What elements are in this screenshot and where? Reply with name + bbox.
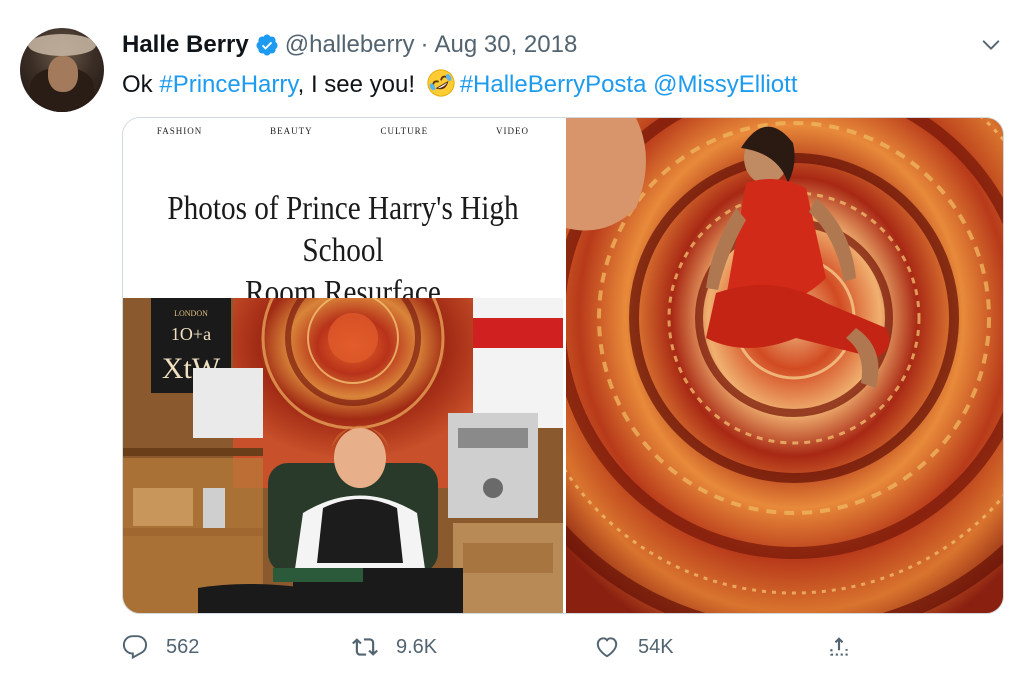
reply-count: 562	[166, 635, 200, 658]
tweet-date[interactable]: Aug 30, 2018	[435, 31, 578, 59]
article-headline: Photos of Prince Harry's High School Roo…	[154, 188, 532, 314]
dorm-room-photo: LONDON 1O+a XtW	[123, 298, 563, 613]
article-nav: FASHION BEAUTY CULTURE VIDEO	[123, 126, 563, 136]
rolling-laughing-emoji-icon	[427, 69, 455, 97]
like-action[interactable]: 54K	[594, 634, 674, 660]
chevron-down-icon[interactable]	[980, 34, 1002, 56]
verified-badge-icon	[256, 34, 278, 56]
tweet-actions: 562 9.6K 54K	[0, 628, 1024, 668]
poster-text-mid: 1O+a	[171, 324, 211, 344]
poster-text-top: LONDON	[174, 309, 208, 318]
header-separator: ·	[420, 31, 429, 58]
tweet-text-middle: , I see you!	[297, 71, 422, 98]
retweet-icon	[352, 638, 378, 656]
retweet-count: 9.6K	[396, 635, 438, 658]
nav-item-culture: CULTURE	[380, 126, 429, 136]
reply-icon	[122, 635, 148, 660]
nav-item-beauty: BEAUTY	[270, 126, 313, 136]
headline-line-1: Photos of Prince Harry's High School	[167, 190, 519, 269]
author-avatar[interactable]	[20, 28, 104, 112]
hashtag-princeharry[interactable]: #PrinceHarry	[159, 71, 297, 98]
reply-action[interactable]: 562	[122, 634, 199, 660]
mention-missyelliott[interactable]: @MissyElliott	[653, 71, 797, 98]
heart-icon	[596, 637, 618, 658]
hashtag-halleberryposta[interactable]: #HalleBerryPosta	[460, 71, 647, 98]
retweet-action[interactable]: 9.6K	[352, 634, 437, 660]
media-image-right[interactable]	[566, 118, 1003, 613]
author-handle[interactable]: @halleberry	[285, 31, 415, 59]
like-count: 54K	[638, 635, 674, 658]
nav-item-video: VIDEO	[496, 126, 530, 136]
share-action[interactable]	[826, 634, 870, 660]
avatar-hat	[28, 34, 96, 56]
tweet-text-prefix: Ok	[122, 71, 160, 98]
share-icon	[830, 637, 848, 656]
tweet-media[interactable]: FASHION BEAUTY CULTURE VIDEO Photos of P…	[122, 117, 1004, 614]
author-name[interactable]: Halle Berry	[122, 31, 249, 59]
tweet: Halle Berry @halleberry · Aug 30, 2018 O…	[0, 0, 1024, 683]
tweet-text: Ok #PrinceHarry, I see you! #HalleBerryP…	[122, 68, 797, 101]
tapestry-photo	[566, 118, 1003, 613]
avatar-face	[48, 56, 78, 92]
tweet-header: Halle Berry @halleberry · Aug 30, 2018	[122, 30, 577, 60]
media-image-left[interactable]: FASHION BEAUTY CULTURE VIDEO Photos of P…	[123, 118, 563, 613]
nav-item-fashion: FASHION	[156, 126, 203, 136]
